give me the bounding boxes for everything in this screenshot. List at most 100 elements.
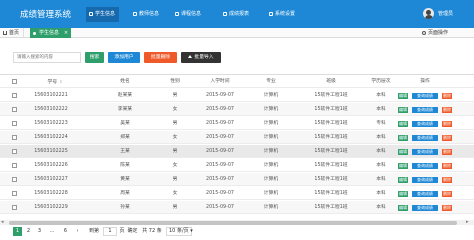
- cell-enroll-date: 2015-09-07: [206, 135, 234, 140]
- delete-button[interactable]: 删除: [442, 149, 452, 155]
- row-checkbox[interactable]: [12, 163, 17, 168]
- page-number-input[interactable]: 1: [103, 227, 117, 236]
- cell-name: 孙某: [120, 205, 130, 210]
- query-grades-button[interactable]: 查询成绩: [412, 205, 438, 211]
- column-header-actions: 操作: [420, 79, 430, 84]
- close-icon[interactable]: ×: [64, 28, 68, 38]
- cell-major: 计算机: [263, 149, 279, 154]
- tab-students[interactable]: 学生信息 ×: [30, 28, 72, 38]
- page-button-current[interactable]: 1: [13, 227, 22, 236]
- table-row[interactable]: 15603102221 赵某某 男 2015-09-07 计算机 15软件工程1…: [0, 89, 474, 102]
- user-name[interactable]: 管理员: [438, 10, 453, 17]
- search-input[interactable]: [13, 52, 81, 63]
- delete-button[interactable]: 删除: [442, 107, 452, 113]
- cell-degree: 本科: [376, 149, 386, 154]
- cell-class: 15软件工程1班: [314, 205, 348, 210]
- table-row[interactable]: 15603102226 陈某 女 2015-09-07 计算机 15软件工程1班…: [0, 159, 474, 172]
- cell-name: 赵某某: [117, 93, 133, 98]
- query-grades-button[interactable]: 查询成绩: [412, 107, 438, 113]
- nav-item-label: 学生信息: [95, 11, 116, 17]
- nav-item-courses[interactable]: 课程信息: [172, 7, 201, 22]
- edit-button[interactable]: 编辑: [398, 135, 408, 141]
- batch-import-button[interactable]: 批量导入: [181, 52, 221, 63]
- delete-button[interactable]: 删除: [442, 191, 452, 197]
- page-button[interactable]: 2: [24, 227, 33, 236]
- sort-icon[interactable]: ⇕: [59, 79, 62, 84]
- delete-button[interactable]: 删除: [442, 121, 452, 127]
- cell-degree: 本科: [376, 135, 386, 140]
- edit-button[interactable]: 编辑: [398, 163, 408, 169]
- row-checkbox[interactable]: [12, 149, 17, 154]
- select-all-checkbox[interactable]: [12, 79, 17, 84]
- row-checkbox[interactable]: [12, 205, 17, 210]
- next-page-button[interactable]: ›: [73, 227, 82, 236]
- column-header-id[interactable]: 学号 ⇕: [30, 75, 80, 88]
- page-size-select[interactable]: 10 条/页 ▾: [166, 227, 193, 236]
- table-row[interactable]: 15603102229 孙某 男 2015-09-07 计算机 15软件工程1班…: [0, 201, 474, 214]
- page-button-last[interactable]: 6: [61, 227, 70, 236]
- cell-gender: 男: [172, 177, 178, 182]
- edit-button[interactable]: 编辑: [398, 93, 408, 99]
- edit-button[interactable]: 编辑: [398, 205, 408, 211]
- query-grades-button[interactable]: 查询成绩: [412, 191, 438, 197]
- cell-student-id: 15603102229: [34, 205, 68, 210]
- row-checkbox[interactable]: [12, 107, 17, 112]
- batch-delete-button[interactable]: 批量删除: [144, 52, 177, 63]
- search-button[interactable]: 搜索: [85, 52, 104, 63]
- table-row[interactable]: 15603102227 黄某 男 2015-09-07 计算机 15软件工程1班…: [0, 173, 474, 186]
- delete-button[interactable]: 删除: [442, 177, 452, 183]
- cell-student-id: 15603102221: [34, 93, 68, 98]
- table-row[interactable]: 15603102224 郑某 女 2015-09-07 计算机 15软件工程1班…: [0, 131, 474, 144]
- cell-student-id: 15603102225: [34, 149, 68, 154]
- cell-student-id: 15603102226: [34, 163, 68, 168]
- nav-item-settings[interactable]: 系统设置: [266, 7, 295, 22]
- query-grades-button[interactable]: 查询成绩: [412, 135, 438, 141]
- scrollbar-thumb[interactable]: [9, 220, 457, 225]
- row-checkbox[interactable]: [12, 191, 17, 196]
- cell-class: 15软件工程1班: [314, 149, 348, 154]
- add-user-button[interactable]: 添加用户: [108, 52, 140, 63]
- delete-button[interactable]: 删除: [442, 205, 452, 211]
- cell-enroll-date: 2015-09-07: [206, 163, 234, 168]
- query-grades-button[interactable]: 查询成绩: [412, 121, 438, 127]
- page-button[interactable]: 3: [35, 227, 44, 236]
- cell-major: 计算机: [263, 107, 279, 112]
- table-row[interactable]: 15603102228 周某 女 2015-09-07 计算机 15软件工程1班…: [0, 187, 474, 200]
- cell-gender: 女: [172, 163, 178, 168]
- query-grades-button[interactable]: 查询成绩: [412, 163, 438, 169]
- avatar-icon[interactable]: [423, 8, 434, 19]
- cell-degree: 本科: [376, 191, 386, 196]
- query-grades-button[interactable]: 查询成绩: [412, 149, 438, 155]
- edit-button[interactable]: 编辑: [398, 191, 408, 197]
- row-checkbox[interactable]: [12, 93, 17, 98]
- delete-button[interactable]: 删除: [442, 135, 452, 141]
- edit-button[interactable]: 编辑: [398, 149, 408, 155]
- cell-name: 周某: [120, 191, 130, 196]
- edit-button[interactable]: 编辑: [398, 121, 408, 127]
- cell-degree: 专科: [376, 121, 386, 126]
- table-row[interactable]: 15603102222 李某某 女 2015-09-07 计算机 15软件工程1…: [0, 103, 474, 116]
- edit-button[interactable]: 编辑: [398, 177, 408, 183]
- nav-item-students[interactable]: 学生信息: [86, 7, 120, 22]
- row-checkbox[interactable]: [12, 135, 17, 140]
- confirm-page-button[interactable]: 确定: [127, 227, 138, 236]
- edit-button[interactable]: 编辑: [398, 107, 408, 113]
- table-row[interactable]: 15603102225 王某 男 2015-09-07 计算机 15软件工程1班…: [0, 145, 474, 158]
- query-grades-button[interactable]: 查询成绩: [412, 93, 438, 99]
- nav-item-reports[interactable]: 成绩报表: [220, 7, 249, 22]
- delete-button[interactable]: 删除: [442, 163, 452, 169]
- table-row[interactable]: 15603102223 吴某 男 2015-09-07 计算机 15软件工程1班…: [0, 117, 474, 130]
- cell-student-id: 15603102227: [34, 177, 68, 182]
- nav-item-teachers[interactable]: 教师信息: [130, 7, 159, 22]
- student-table: 学号 ⇕ 姓名 性别 入学时间 专业 班级 学历层次 操作 15603102221…: [0, 74, 474, 218]
- column-header-gender: 性别: [170, 79, 180, 84]
- page-operations-button[interactable]: 页面操作: [422, 29, 448, 37]
- delete-button[interactable]: 删除: [442, 93, 452, 99]
- cell-name: 黄某: [120, 177, 130, 182]
- cell-enroll-date: 2015-09-07: [206, 191, 234, 196]
- row-checkbox[interactable]: [12, 121, 17, 126]
- tab-home[interactable]: 首页: [0, 28, 25, 38]
- query-grades-button[interactable]: 查询成绩: [412, 177, 438, 183]
- row-checkbox[interactable]: [12, 177, 17, 182]
- cell-enroll-date: 2015-09-07: [206, 93, 234, 98]
